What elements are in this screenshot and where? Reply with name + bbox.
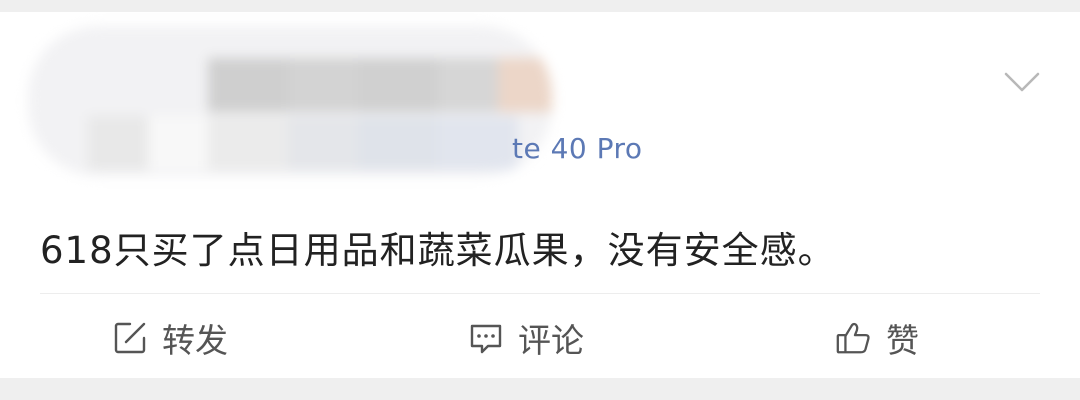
redacted-user-header <box>28 26 552 176</box>
chevron-down-icon <box>1004 72 1040 92</box>
like-button[interactable]: 赞 <box>834 312 919 364</box>
comment-label: 评论 <box>518 321 584 360</box>
post-card: te 40 Pro 618只买了点日用品和蔬菜瓜果，没有安全感。 转发 评论 赞 <box>0 12 1080 378</box>
like-label: 赞 <box>886 321 919 360</box>
thumbs-up-icon <box>834 318 874 358</box>
edit-square-icon <box>110 318 150 358</box>
feed-separator <box>0 378 1080 400</box>
comment-button[interactable]: 评论 <box>466 312 584 364</box>
post-body-text: 618只买了点日用品和蔬菜瓜果，没有安全感。 <box>40 229 836 272</box>
repost-label: 转发 <box>162 321 228 360</box>
comment-bubble-icon <box>466 318 506 358</box>
post-divider <box>40 293 1040 294</box>
repost-button[interactable]: 转发 <box>110 312 228 364</box>
post-source-device[interactable]: te 40 Pro <box>512 132 643 165</box>
post-menu-button[interactable] <box>1002 68 1042 98</box>
